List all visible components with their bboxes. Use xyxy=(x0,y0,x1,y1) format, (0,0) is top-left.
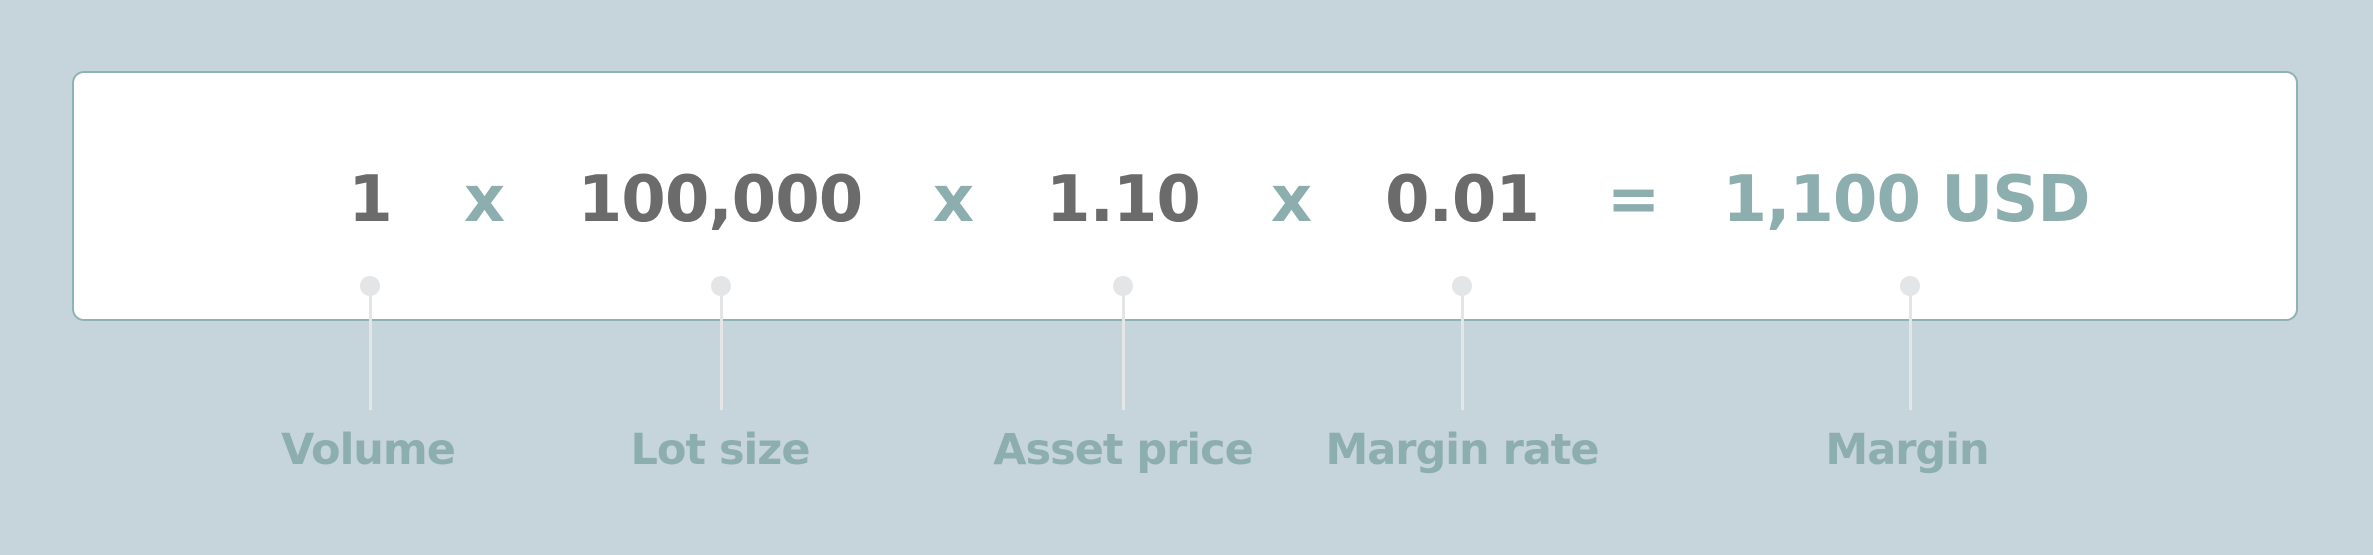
volume-value: 1 xyxy=(348,163,393,237)
volume-label: Volume xyxy=(281,425,456,475)
margin-label: Margin xyxy=(1825,425,1989,475)
margin-result-value: 1,100 USD xyxy=(1722,163,2091,237)
margin-rate-value: 0.01 xyxy=(1385,163,1540,237)
asset-price-connector-line xyxy=(1122,292,1125,410)
asset-price-label: Asset price xyxy=(993,425,1254,475)
multiply-operator: x xyxy=(1270,163,1312,237)
margin-rate-connector-line xyxy=(1461,292,1464,410)
multiply-operator: x xyxy=(932,163,974,237)
margin-connector-line xyxy=(1909,292,1912,410)
lot-size-connector-line xyxy=(720,292,723,410)
equals-operator: = xyxy=(1606,163,1661,237)
multiply-operator: x xyxy=(463,163,505,237)
lot-size-value: 100,000 xyxy=(577,163,863,237)
margin-rate-label: Margin rate xyxy=(1325,425,1599,475)
lot-size-label: Lot size xyxy=(630,425,811,475)
asset-price-value: 1.10 xyxy=(1046,163,1201,237)
volume-connector-line xyxy=(369,292,372,410)
